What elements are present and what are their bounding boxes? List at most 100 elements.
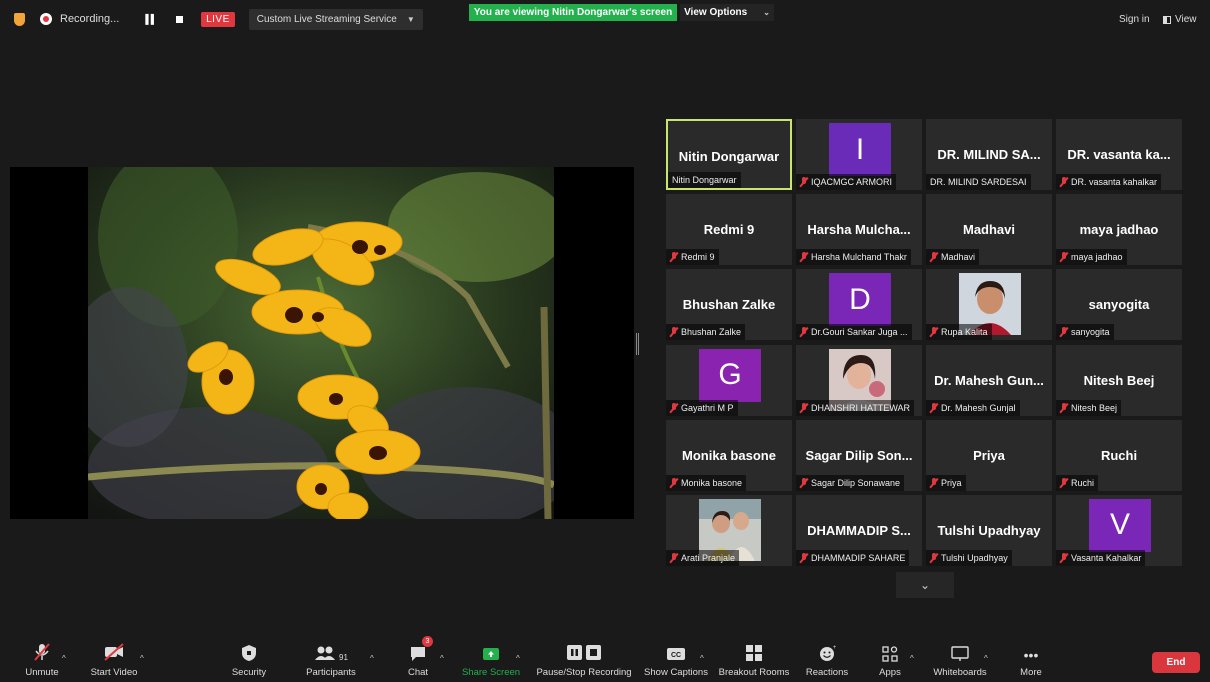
participant-display-name: Redmi 9 bbox=[703, 222, 755, 238]
participant-tile[interactable]: Bhushan Zalke Bhushan Zalke bbox=[666, 269, 792, 341]
view-options-button[interactable]: View Options ⌄ bbox=[680, 4, 774, 21]
participant-tile[interactable]: Dr. Mahesh Gun... Dr. Mahesh Gunjal bbox=[926, 344, 1052, 416]
reactions-button[interactable]: + Reactions bbox=[804, 640, 850, 682]
participant-name-tag: Nitin Dongarwar bbox=[668, 172, 741, 188]
split-resize-handle[interactable] bbox=[636, 333, 639, 355]
captions-icon: CC bbox=[666, 640, 686, 662]
mic-muted-icon bbox=[800, 252, 808, 262]
mic-muted-icon bbox=[1060, 552, 1068, 563]
breakout-rooms-button[interactable]: Breakout Rooms bbox=[718, 640, 790, 682]
top-bar: Recording... ▌▌ LIVE Custom Live Streami… bbox=[0, 0, 1210, 38]
participant-tile[interactable]: V Vasanta Kahalkar bbox=[1056, 494, 1182, 566]
participant-tile[interactable]: maya jadhao maya jadhao bbox=[1056, 194, 1182, 266]
gallery-next-page-button[interactable]: ⌄ bbox=[896, 572, 954, 598]
participant-tile[interactable]: Redmi 9 Redmi 9 bbox=[666, 194, 792, 266]
pause-stop-recording-button[interactable]: Pause/Stop Recording bbox=[536, 640, 632, 682]
view-label: View bbox=[1175, 14, 1197, 25]
view-button[interactable]: View bbox=[1163, 14, 1197, 25]
whiteboard-icon bbox=[951, 640, 969, 662]
participant-name-label: IQACMGC ARMORI bbox=[811, 177, 893, 187]
participant-name-tag: Sagar Dilip Sonawane bbox=[796, 474, 905, 491]
participant-tile[interactable]: Nitin Dongarwar Nitin Dongarwar bbox=[666, 119, 792, 190]
video-options-chevron-icon[interactable]: ^ bbox=[140, 654, 144, 663]
security-button[interactable]: Security bbox=[228, 640, 270, 682]
stream-service-dropdown[interactable]: Custom Live Streaming Service ▼ bbox=[248, 8, 423, 30]
share-chevron-icon[interactable]: ^ bbox=[516, 654, 520, 663]
recording-label: Recording... bbox=[60, 13, 120, 25]
participants-button[interactable]: 91 Participants bbox=[303, 640, 359, 682]
participants-count: 91 bbox=[339, 653, 348, 662]
audio-options-chevron-icon[interactable]: ^ bbox=[62, 654, 66, 663]
mic-muted-icon bbox=[1060, 477, 1068, 488]
participant-name-label: Dr. Mahesh Gunjal bbox=[941, 402, 1016, 413]
participant-tile[interactable]: Priya Priya bbox=[926, 419, 1052, 491]
participant-tile[interactable]: G Gayathri M P bbox=[666, 344, 792, 416]
avatar: V bbox=[1089, 498, 1151, 552]
participant-tile[interactable]: I IQACMGC ARMORI bbox=[796, 119, 922, 190]
chat-button[interactable]: 3 Chat bbox=[404, 636, 433, 682]
sign-in-link[interactable]: Sign in bbox=[1119, 14, 1150, 25]
participants-label: Participants bbox=[306, 667, 356, 678]
participant-name-label: Arati Pranjale bbox=[681, 552, 736, 563]
participant-name-tag: maya jadhao bbox=[1056, 249, 1127, 266]
participant-display-name: DR. MILIND SA... bbox=[937, 147, 1041, 162]
mic-muted-icon bbox=[930, 327, 938, 337]
captions-chevron-icon[interactable]: ^ bbox=[700, 654, 704, 663]
participant-name-tag: DR. vasanta kahalkar bbox=[1056, 174, 1162, 190]
participant-tile[interactable]: Rupa Kalita bbox=[926, 269, 1052, 341]
chat-chevron-icon[interactable]: ^ bbox=[440, 654, 444, 663]
mic-muted-icon bbox=[1060, 327, 1068, 337]
participant-tile[interactable]: DHAMMADIP S... DHAMMADIP SAHARE bbox=[796, 494, 922, 566]
participant-name-tag: Vasanta Kahalkar bbox=[1056, 549, 1146, 566]
participant-tile[interactable]: DHANSHRI HATTEWAR bbox=[796, 344, 922, 416]
stop-recording-icon[interactable] bbox=[176, 15, 184, 23]
participant-tile[interactable]: DR. vasanta ka... DR. vasanta kahalkar bbox=[1056, 119, 1182, 190]
more-dots-icon: ••• bbox=[1023, 647, 1039, 663]
participant-tile[interactable]: Madhavi Madhavi bbox=[926, 194, 1052, 266]
end-meeting-button[interactable]: End bbox=[1152, 652, 1200, 673]
more-button[interactable]: ••• More bbox=[1016, 640, 1046, 682]
stream-service-label: Custom Live Streaming Service bbox=[256, 13, 397, 25]
more-label: More bbox=[1020, 667, 1042, 678]
whiteboards-button[interactable]: Whiteboards bbox=[930, 640, 990, 682]
pause-recording-icon[interactable]: ▌▌ bbox=[145, 14, 157, 24]
shared-screen[interactable] bbox=[10, 167, 634, 519]
chevron-down-icon: ⌄ bbox=[919, 578, 931, 592]
participant-tile[interactable]: Tulshi Upadhyay Tulshi Upadhyay bbox=[926, 494, 1052, 566]
participant-name-label: Sagar Dilip Sonawane bbox=[811, 477, 901, 488]
start-video-button[interactable]: Start Video bbox=[86, 640, 142, 682]
participant-tile[interactable]: DR. MILIND SA... DR. MILIND SARDESAI bbox=[926, 119, 1052, 190]
video-off-icon bbox=[103, 640, 125, 662]
participant-tile[interactable]: Nitesh Beej Nitesh Beej bbox=[1056, 344, 1182, 416]
mic-muted-icon bbox=[930, 552, 938, 563]
mic-muted-icon bbox=[800, 402, 808, 413]
participant-name-label: Rupa Kalita bbox=[941, 327, 988, 338]
participant-name-tag: Dr. Mahesh Gunjal bbox=[926, 399, 1020, 416]
participant-name-label: DHANSHRI HATTEWAR bbox=[811, 402, 910, 413]
participant-display-name: Harsha Mulcha... bbox=[807, 222, 911, 238]
participant-tile[interactable]: sanyogita sanyogita bbox=[1056, 269, 1182, 341]
chevron-down-icon: ⌄ bbox=[763, 8, 770, 17]
apps-button[interactable]: Apps bbox=[876, 640, 904, 682]
participants-icon: 91 bbox=[314, 640, 348, 662]
unmute-button[interactable]: Unmute bbox=[22, 640, 62, 682]
share-screen-button[interactable]: Share Screen bbox=[462, 640, 520, 682]
mic-muted-icon bbox=[930, 252, 938, 262]
participant-display-name: maya jadhao bbox=[1079, 222, 1159, 238]
participant-tile[interactable]: Ruchi Ruchi bbox=[1056, 419, 1182, 491]
participant-tile[interactable]: Monika basone Monika basone bbox=[666, 419, 792, 491]
participant-name-label: Dr.Gouri Sankar Juga ... bbox=[811, 327, 908, 338]
participant-name-tag: Arati Pranjale bbox=[666, 549, 740, 566]
participants-chevron-icon[interactable]: ^ bbox=[370, 654, 374, 663]
participant-name-label: Gayathri M P bbox=[681, 402, 734, 413]
participant-tile[interactable]: Sagar Dilip Son... Sagar Dilip Sonawane bbox=[796, 419, 922, 491]
participant-name-label: Monika basone bbox=[681, 477, 743, 488]
encryption-shield-icon[interactable] bbox=[14, 13, 25, 26]
whiteboards-chevron-icon[interactable]: ^ bbox=[984, 654, 988, 663]
mic-muted-icon bbox=[800, 477, 808, 488]
apps-chevron-icon[interactable]: ^ bbox=[910, 654, 914, 663]
participant-tile[interactable]: Harsha Mulcha... Harsha Mulchand Thakr bbox=[796, 194, 922, 266]
participant-tile[interactable]: Arati Pranjale bbox=[666, 494, 792, 566]
participant-tile[interactable]: D Dr.Gouri Sankar Juga ... bbox=[796, 269, 922, 341]
chevron-down-icon: ▼ bbox=[406, 14, 415, 24]
